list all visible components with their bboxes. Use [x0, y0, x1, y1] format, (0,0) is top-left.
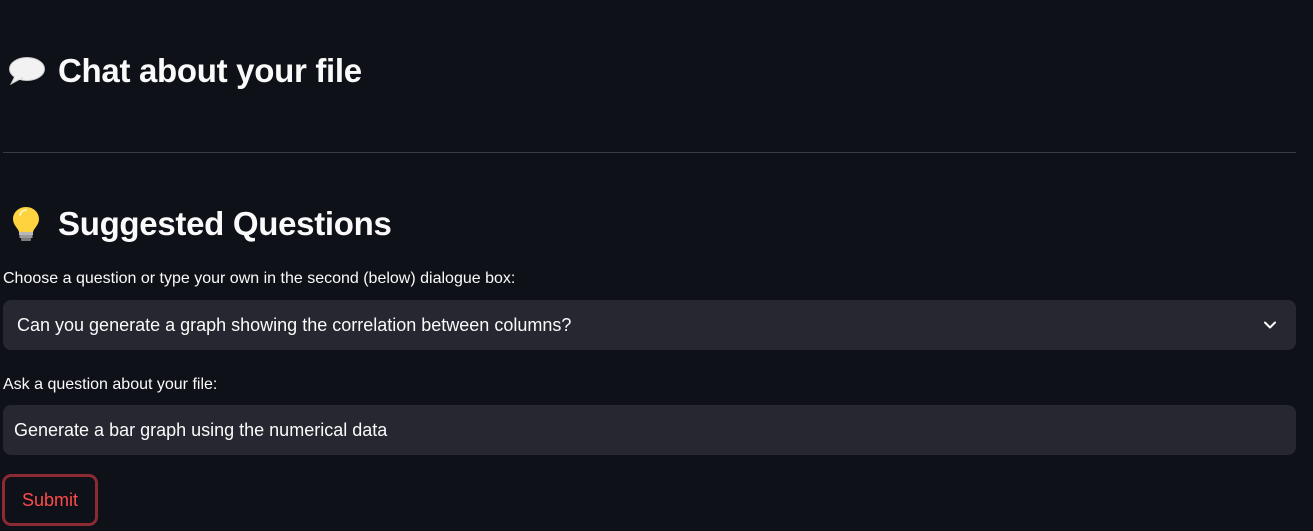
chevron-down-icon[interactable]: [1262, 317, 1278, 333]
light-bulb-icon: [10, 205, 42, 243]
suggested-questions-title: Suggested Questions: [58, 205, 392, 242]
question-select-value: Can you generate a graph showing the cor…: [17, 314, 572, 335]
question-select[interactable]: Can you generate a graph showing the cor…: [3, 300, 1296, 350]
question-select-label: Choose a question or type your own in th…: [3, 270, 516, 287]
question-input[interactable]: [3, 405, 1296, 455]
speech-bubble-icon: [8, 56, 46, 86]
section-divider: [3, 152, 1296, 153]
chat-title: Chat about your file: [58, 52, 362, 89]
suggested-questions-header: Suggested Questions: [10, 202, 392, 246]
app-page: Chat about your file Suggested Questions…: [0, 0, 1313, 531]
chat-header: Chat about your file: [8, 48, 362, 94]
question-input-label: Ask a question about your file:: [3, 376, 218, 393]
submit-button[interactable]: Submit: [2, 474, 98, 526]
